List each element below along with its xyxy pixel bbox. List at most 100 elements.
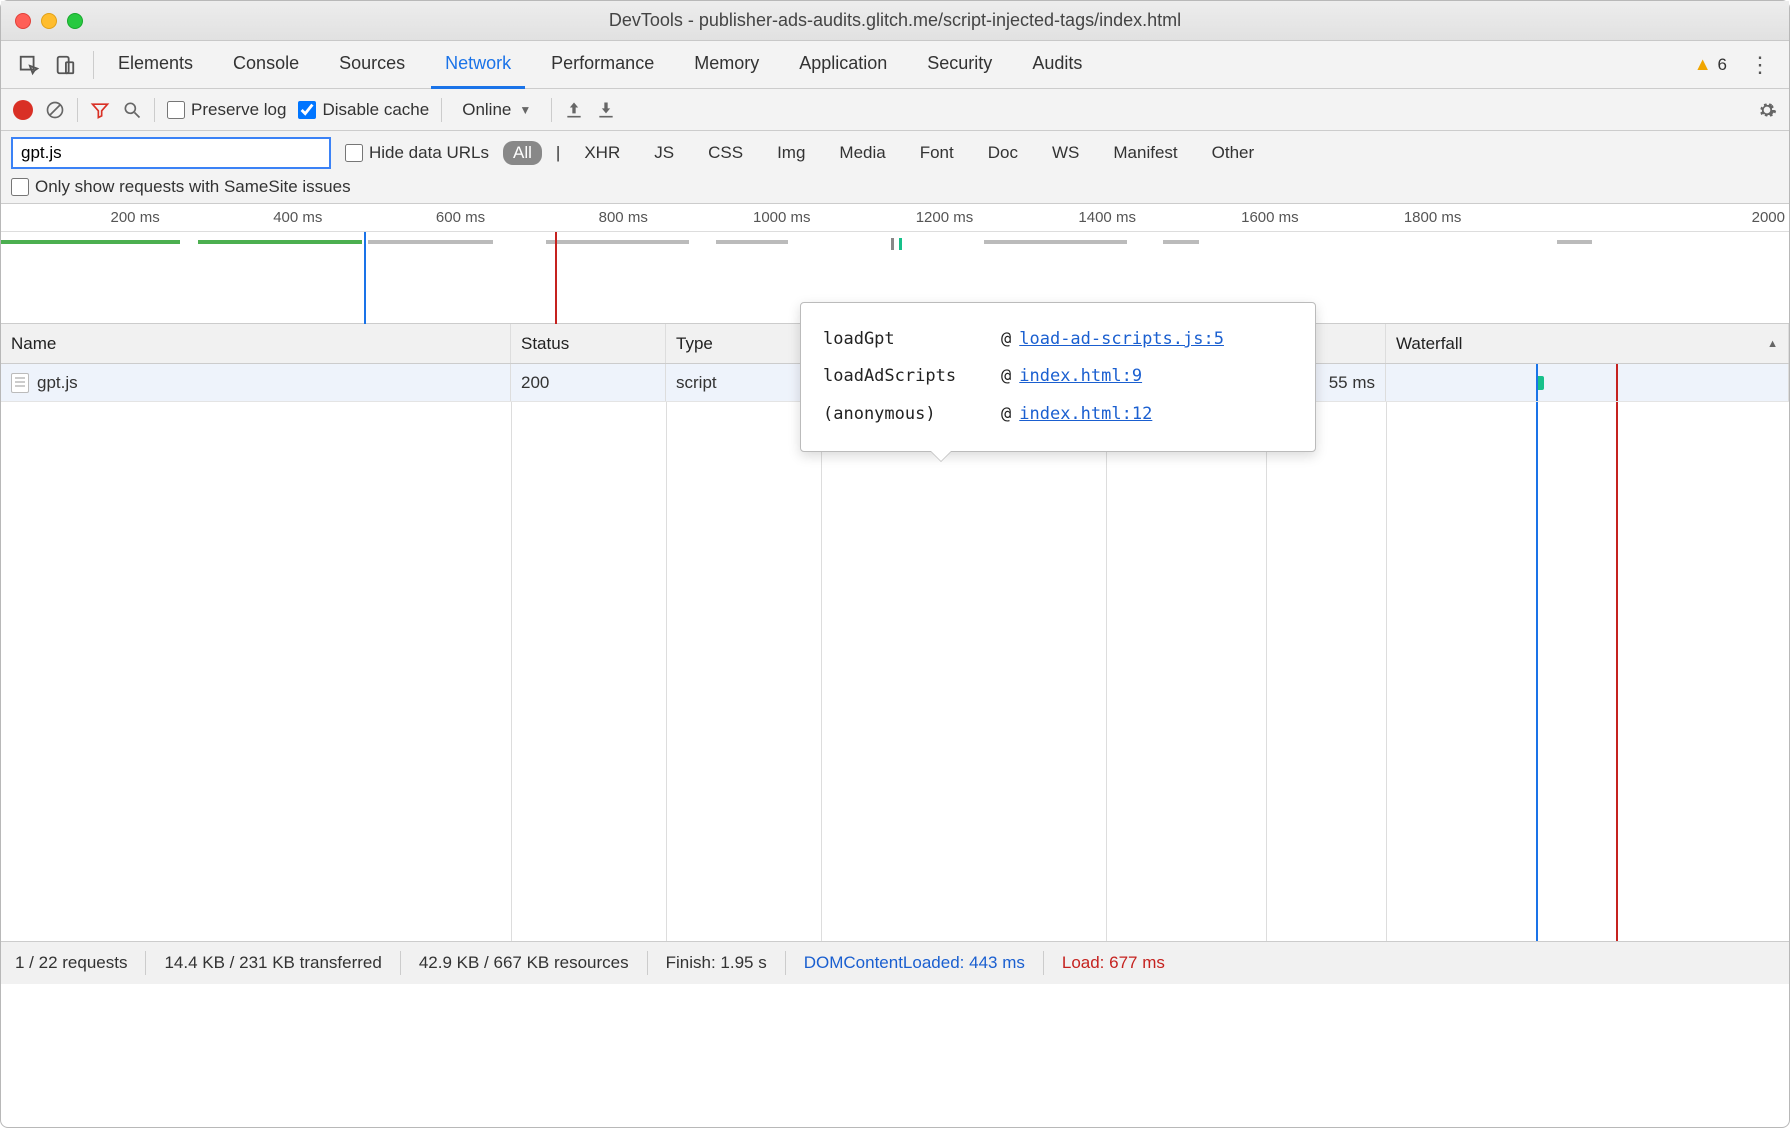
panel-tabs: Elements Console Sources Network Perform… [104, 41, 1096, 89]
callstack-link[interactable]: index.html:12 [1019, 396, 1152, 433]
tab-performance[interactable]: Performance [537, 41, 668, 89]
record-button[interactable] [13, 100, 33, 120]
ruler-tick: 1000 ms [753, 204, 815, 231]
import-har-icon[interactable] [564, 100, 584, 120]
ruler-tick: 200 ms [111, 204, 164, 231]
tab-elements[interactable]: Elements [104, 41, 207, 89]
filter-type-css[interactable]: CSS [698, 141, 753, 165]
close-window-button[interactable] [15, 13, 31, 29]
window-title: DevTools - publisher-ads-audits.glitch.m… [15, 10, 1775, 31]
inspect-element-icon[interactable] [11, 47, 47, 83]
preserve-log-checkbox[interactable]: Preserve log [167, 100, 286, 120]
filter-type-doc[interactable]: Doc [978, 141, 1028, 165]
ruler-tick: 1200 ms [916, 204, 978, 231]
separator [1043, 951, 1044, 975]
callstack-function: loadGpt [823, 321, 993, 358]
status-load: Load: 677 ms [1062, 953, 1165, 973]
main-tabs-bar: Elements Console Sources Network Perform… [1, 41, 1789, 89]
hide-data-urls-checkbox[interactable]: Hide data URLs [345, 143, 489, 163]
callstack-link[interactable]: index.html:9 [1019, 358, 1142, 395]
col-status[interactable]: Status [511, 324, 666, 363]
status-finish: Finish: 1.95 s [666, 953, 767, 973]
separator [551, 98, 552, 122]
disable-cache-label: Disable cache [322, 100, 429, 120]
filter-type-sep: | [556, 143, 560, 163]
tab-application[interactable]: Application [785, 41, 901, 89]
preserve-log-input[interactable] [167, 101, 185, 119]
zoom-window-button[interactable] [67, 13, 83, 29]
tab-security[interactable]: Security [913, 41, 1006, 89]
filter-icon[interactable] [90, 100, 110, 120]
ruler-tick: 1600 ms [1241, 204, 1303, 231]
throttling-value: Online [462, 100, 511, 120]
tab-console[interactable]: Console [219, 41, 313, 89]
more-menu-icon[interactable]: ⋮ [1741, 48, 1779, 82]
separator [400, 951, 401, 975]
tab-network[interactable]: Network [431, 41, 525, 89]
export-har-icon[interactable] [596, 100, 616, 120]
filter-type-manifest[interactable]: Manifest [1103, 141, 1187, 165]
callstack-function: loadAdScripts [823, 358, 993, 395]
separator [77, 98, 78, 122]
timeline-ruler: 200 ms 400 ms 600 ms 800 ms 1000 ms 1200… [1, 204, 1789, 232]
cell-type: script [666, 364, 821, 401]
device-toolbar-icon[interactable] [47, 47, 83, 83]
filter-type-font[interactable]: Font [910, 141, 964, 165]
col-name[interactable]: Name [1, 324, 511, 363]
status-transferred: 14.4 KB / 231 KB transferred [164, 953, 381, 973]
tab-audits[interactable]: Audits [1018, 41, 1096, 89]
filter-type-js[interactable]: JS [644, 141, 684, 165]
window-titlebar: DevTools - publisher-ads-audits.glitch.m… [1, 1, 1789, 41]
filter-type-ws[interactable]: WS [1042, 141, 1089, 165]
status-requests: 1 / 22 requests [15, 953, 127, 973]
status-bar: 1 / 22 requests 14.4 KB / 231 KB transfe… [1, 942, 1789, 984]
initiator-callstack-popup: loadGpt @ load-ad-scripts.js:5 loadAdScr… [800, 302, 1316, 452]
callstack-function: (anonymous) [823, 396, 993, 433]
search-icon[interactable] [122, 100, 142, 120]
cell-waterfall [1386, 364, 1789, 401]
chevron-down-icon: ▼ [519, 103, 531, 117]
settings-gear-icon[interactable] [1757, 100, 1777, 120]
tab-sources[interactable]: Sources [325, 41, 419, 89]
separator [647, 951, 648, 975]
hide-data-urls-label: Hide data URLs [369, 143, 489, 163]
col-waterfall[interactable]: Waterfall [1386, 324, 1789, 363]
warning-count[interactable]: 6 [1718, 55, 1727, 75]
ruler-tick: 800 ms [599, 204, 652, 231]
disable-cache-checkbox[interactable]: Disable cache [298, 100, 429, 120]
filter-type-all[interactable]: All [503, 141, 542, 165]
callstack-row: loadGpt @ load-ad-scripts.js:5 [823, 321, 1293, 358]
file-icon [11, 373, 29, 393]
separator [154, 98, 155, 122]
warning-icon[interactable]: ▲ [1694, 54, 1712, 75]
separator [145, 951, 146, 975]
filter-type-other[interactable]: Other [1202, 141, 1265, 165]
table-body-empty [1, 402, 1789, 942]
filter-input[interactable] [11, 137, 331, 169]
callstack-at: @ [1001, 358, 1011, 395]
traffic-lights [15, 13, 83, 29]
request-name: gpt.js [37, 373, 78, 393]
callstack-row: loadAdScripts @ index.html:9 [823, 358, 1293, 395]
samesite-input[interactable] [11, 178, 29, 196]
filter-type-xhr[interactable]: XHR [574, 141, 630, 165]
callstack-link[interactable]: load-ad-scripts.js:5 [1019, 321, 1224, 358]
cell-name[interactable]: gpt.js [1, 364, 511, 401]
minimize-window-button[interactable] [41, 13, 57, 29]
separator [441, 98, 442, 122]
hide-data-urls-input[interactable] [345, 144, 363, 162]
col-type[interactable]: Type [666, 324, 821, 363]
filter-type-img[interactable]: Img [767, 141, 815, 165]
clear-button[interactable] [45, 100, 65, 120]
throttling-select[interactable]: Online ▼ [454, 97, 539, 123]
ruler-tick: 2000 [1752, 204, 1789, 231]
separator [785, 951, 786, 975]
tab-memory[interactable]: Memory [680, 41, 773, 89]
ruler-tick: 400 ms [273, 204, 326, 231]
samesite-checkbox[interactable]: Only show requests with SameSite issues [11, 177, 351, 197]
callstack-at: @ [1001, 396, 1011, 433]
ruler-tick: 1400 ms [1078, 204, 1140, 231]
disable-cache-input[interactable] [298, 101, 316, 119]
network-toolbar: Preserve log Disable cache Online ▼ [1, 89, 1789, 131]
filter-type-media[interactable]: Media [829, 141, 895, 165]
